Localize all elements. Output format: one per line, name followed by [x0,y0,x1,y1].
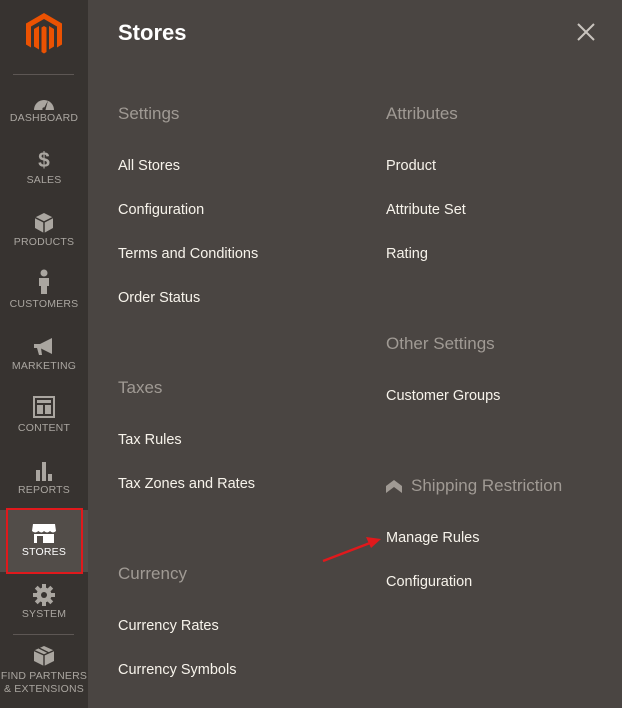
chevron-up-icon [386,480,402,493]
nav-label: SALES [26,174,62,186]
section-title-currency: Currency [118,564,187,583]
section-title-other-settings: Other Settings [386,334,495,353]
nav-label: CUSTOMERS [9,298,79,310]
nav-label: CONTENT [17,422,71,434]
extensions-icon [0,644,88,668]
dollar-icon: $ [38,149,50,172]
bar-chart-icon [0,458,88,484]
nav-content[interactable]: CONTENT [0,394,88,456]
nav-label: PRODUCTS [13,236,75,248]
menu-link-rating[interactable]: Rating [386,246,428,262]
menu-link-terms-and-conditions[interactable]: Terms and Conditions [118,246,258,262]
magento-logo[interactable] [25,12,63,56]
menu-link-configuration[interactable]: Configuration [118,202,204,218]
layout-icon [0,394,88,420]
section-title-shipping-restriction: Shipping Restriction [411,476,563,495]
person-icon [0,268,88,296]
menu-link-manage-rules[interactable]: Manage Rules [386,530,480,546]
menu-link-tax-zones-and-rates[interactable]: Tax Zones and Rates [118,476,255,492]
nav-label: & EXTENSIONS [3,683,84,695]
section-title-settings: Settings [118,104,180,123]
menu-link-shipping-configuration[interactable]: Configuration [386,574,472,590]
annotation-arrow [322,537,381,563]
section-title-taxes: Taxes [118,378,163,397]
menu-link-customer-groups[interactable]: Customer Groups [386,388,500,404]
sidebar-divider [13,634,74,635]
menu-link-product[interactable]: Product [386,158,436,174]
menu-link-order-status[interactable]: Order Status [118,290,200,306]
gear-icon [0,582,88,608]
nav-products[interactable]: PRODUCTS [0,210,88,272]
nav-label: DASHBOARD [9,112,79,124]
sidebar-divider [13,74,74,75]
nav-system[interactable]: SYSTEM [0,580,88,642]
megaphone-icon [0,334,88,360]
nav-label: REPORTS [18,484,70,496]
menu-link-all-stores[interactable]: All Stores [118,158,180,174]
panel-title: Stores [118,20,187,45]
menu-link-tax-rules[interactable]: Tax Rules [118,432,182,448]
highlight-box [6,508,83,574]
nav-sales[interactable]: $ SALES [0,148,88,210]
menu-link-currency-rates[interactable]: Currency Rates [118,618,219,634]
nav-customers[interactable]: CUSTOMERS [0,266,88,328]
admin-sidebar: DASHBOARD $ SALES PRODUCTS CUSTOMERS MAR… [0,0,88,708]
box-icon [0,210,88,236]
stores-menu-panel: Stores Settings All Stores Configuration… [88,0,622,708]
section-title-attributes: Attributes [386,104,458,123]
nav-label: MARKETING [11,360,77,372]
menu-link-attribute-set[interactable]: Attribute Set [386,202,466,218]
nav-dashboard[interactable]: DASHBOARD [0,90,88,152]
nav-marketing[interactable]: MARKETING [0,334,88,396]
nav-label: FIND PARTNERS [0,670,88,682]
close-icon[interactable] [576,22,596,42]
nav-label: SYSTEM [21,608,67,620]
nav-find-partners[interactable]: FIND PARTNERS & EXTENSIONS [0,644,88,708]
menu-link-currency-symbols[interactable]: Currency Symbols [118,662,236,678]
